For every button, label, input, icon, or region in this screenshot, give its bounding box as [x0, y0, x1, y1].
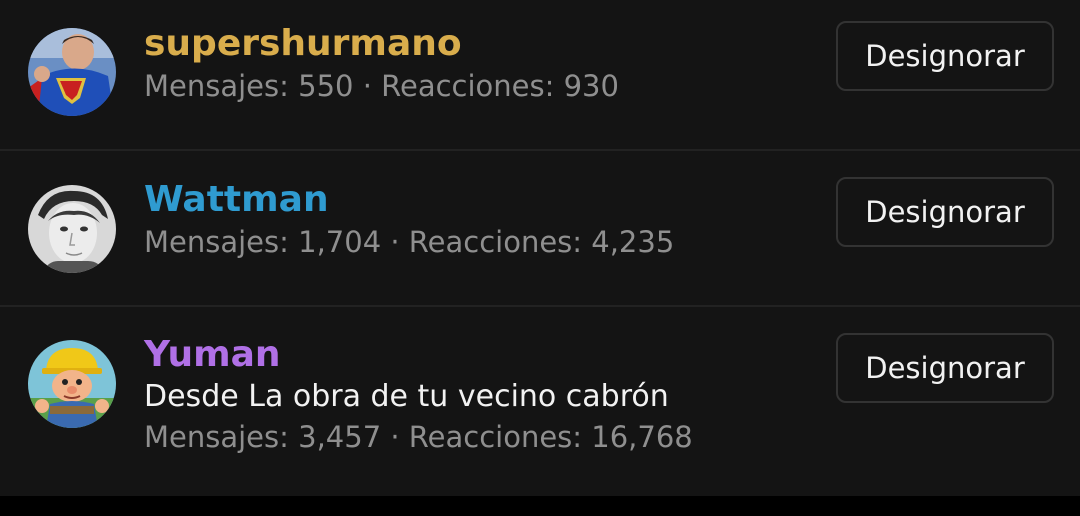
username-link[interactable]: Yuman — [144, 333, 693, 377]
builder-avatar-icon — [28, 340, 116, 428]
superman-avatar-icon — [28, 28, 116, 116]
user-stats: Mensajes: 3,457 · Reacciones: 16,768 — [144, 420, 693, 454]
user-stats: Mensajes: 550 · Reacciones: 930 — [144, 69, 619, 103]
username-link[interactable]: supershurmano — [144, 22, 619, 66]
username-link[interactable]: Wattman — [144, 178, 674, 222]
list-item: supershurmano Mensajes: 550 · Reacciones… — [0, 0, 1080, 151]
user-info: Wattman Mensajes: 1,704 · Reacciones: 4,… — [144, 178, 674, 262]
user-stats: Mensajes: 1,704 · Reacciones: 4,235 — [144, 225, 675, 259]
user-info: Yuman Desde La obra de tu vecino cabrón … — [144, 333, 693, 457]
unignore-button[interactable]: Designorar — [836, 333, 1054, 403]
portrait-avatar-icon — [28, 185, 116, 273]
unignore-button[interactable]: Designorar — [836, 21, 1054, 91]
bottom-edge — [0, 496, 1080, 516]
list-item: Yuman Desde La obra de tu vecino cabrón … — [0, 307, 1080, 496]
unignore-button[interactable]: Designorar — [836, 177, 1054, 247]
list-item: Wattman Mensajes: 1,704 · Reacciones: 4,… — [0, 151, 1080, 307]
user-info: supershurmano Mensajes: 550 · Reacciones… — [144, 22, 619, 106]
avatar[interactable] — [28, 28, 116, 116]
ignored-users-list: supershurmano Mensajes: 550 · Reacciones… — [0, 0, 1080, 496]
user-title: Desde La obra de tu vecino cabrón — [144, 379, 669, 414]
avatar[interactable] — [28, 185, 116, 273]
avatar[interactable] — [28, 340, 116, 428]
